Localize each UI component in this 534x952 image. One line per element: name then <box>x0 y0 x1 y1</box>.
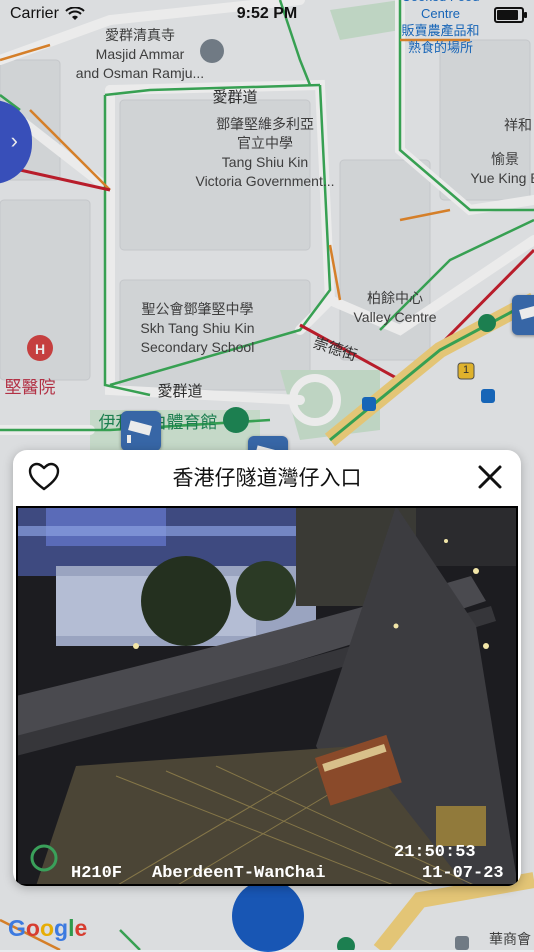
status-bar: Carrier 9:52 PM <box>0 0 534 28</box>
map-label-right-top: 祥和 <box>504 117 532 133</box>
map-label-mosque: 愛群清真寺 Masjid Ammar and Osman Ramju... <box>75 27 205 81</box>
clock: 9:52 PM <box>236 5 298 22</box>
camera-popup: 香港仔隧道灣仔入口 21:50:53 H210F AberdeenT-WanCh… <box>13 450 521 886</box>
close-button[interactable] <box>473 460 507 494</box>
map-label-school-secondary: 聖公會鄧肇堅中學 Skh Tang Shiu Kin Secondary Sch… <box>140 301 255 355</box>
locate-button[interactable] <box>232 880 304 952</box>
camera-code-overlay: H210F <box>71 864 122 883</box>
google-logo: Google <box>8 915 88 941</box>
map-label-road-top: 愛群道 <box>212 89 258 106</box>
cctv-camera-icon <box>519 304 534 320</box>
close-icon <box>478 465 502 489</box>
svg-text:H: H <box>35 341 45 357</box>
camera-name-overlay: AberdeenT-WanChai <box>152 864 325 883</box>
map-label-bottom-right: 華商會 <box>489 931 531 947</box>
map-label-valley-centre: 柏餘中心 Valley Centre <box>353 290 437 325</box>
favorite-button[interactable] <box>27 460 61 494</box>
route-badge: 1 <box>462 364 470 376</box>
camera-time-overlay: 21:50:53 <box>394 843 476 862</box>
camera-marker[interactable] <box>512 295 534 335</box>
map-label-school-government: 鄧肇堅維多利亞 官立中學 Tang Shiu Kin Victoria Gove… <box>195 116 335 189</box>
map-label-hospital: 堅醫院 <box>4 378 56 397</box>
camera-marker[interactable] <box>121 411 161 451</box>
battery-icon <box>494 7 527 23</box>
camera-title: 香港仔隧道灣仔入口 <box>172 467 362 490</box>
map-label-road-bottom: 愛群道 <box>157 383 203 400</box>
chevron-right-icon: › <box>10 128 18 153</box>
map-label-yue-king: 愉景 Yue King B <box>470 151 534 186</box>
cctv-camera-icon <box>127 420 152 443</box>
heart-outline-icon <box>28 462 60 491</box>
camera-date-overlay: 11-07-23 <box>422 864 504 883</box>
camera-feed-image[interactable]: 21:50:53 H210F AberdeenT-WanChai 11-07-2… <box>16 506 518 886</box>
